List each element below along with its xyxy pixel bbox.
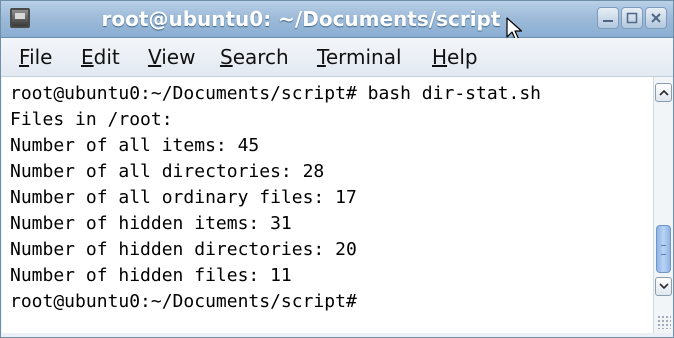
chevron-down-icon bbox=[659, 283, 669, 290]
menu-bar: File Edit View Search Terminal Help bbox=[1, 38, 673, 77]
chevron-up-icon bbox=[659, 89, 669, 96]
scroll-down-button[interactable] bbox=[655, 277, 672, 296]
close-icon bbox=[651, 13, 661, 23]
menu-terminal[interactable]: Terminal bbox=[317, 38, 402, 76]
scroll-up-button[interactable] bbox=[655, 83, 672, 102]
resize-grip[interactable] bbox=[657, 315, 671, 329]
menu-help[interactable]: Help bbox=[432, 38, 478, 76]
menu-search[interactable]: Search bbox=[220, 38, 289, 76]
menu-view[interactable]: View bbox=[148, 38, 195, 76]
terminal-window: root@ubuntu0: ~/Documents/script File Ed… bbox=[0, 0, 674, 338]
terminal-prompt: root@ubuntu0:~/Documents/script# bbox=[10, 291, 357, 312]
terminal-line-command: root@ubuntu0:~/Documents/script# bash di… bbox=[10, 83, 542, 104]
terminal-line: Number of hidden files: 11 bbox=[10, 265, 292, 286]
maximize-icon bbox=[626, 12, 638, 24]
terminal-line: Number of hidden directories: 20 bbox=[10, 239, 357, 260]
title-bar[interactable]: root@ubuntu0: ~/Documents/script bbox=[1, 1, 673, 41]
minimize-button[interactable] bbox=[597, 7, 619, 29]
maximize-button[interactable] bbox=[621, 7, 643, 29]
terminal-output[interactable]: root@ubuntu0:~/Documents/script# bash di… bbox=[2, 77, 653, 333]
menu-edit[interactable]: Edit bbox=[81, 38, 120, 76]
terminal-line: Number of all directories: 28 bbox=[10, 161, 325, 182]
terminal-line: Files in /root: bbox=[10, 109, 173, 130]
minimize-icon bbox=[603, 20, 613, 22]
menu-file[interactable]: File bbox=[19, 38, 52, 76]
close-button[interactable] bbox=[645, 7, 667, 29]
scroll-thumb[interactable] bbox=[656, 225, 671, 273]
terminal-line: Number of all ordinary files: 17 bbox=[10, 187, 357, 208]
terminal-line: Number of hidden items: 31 bbox=[10, 213, 292, 234]
vertical-scrollbar[interactable] bbox=[653, 77, 673, 333]
terminal-line: Number of all items: 45 bbox=[10, 135, 260, 156]
